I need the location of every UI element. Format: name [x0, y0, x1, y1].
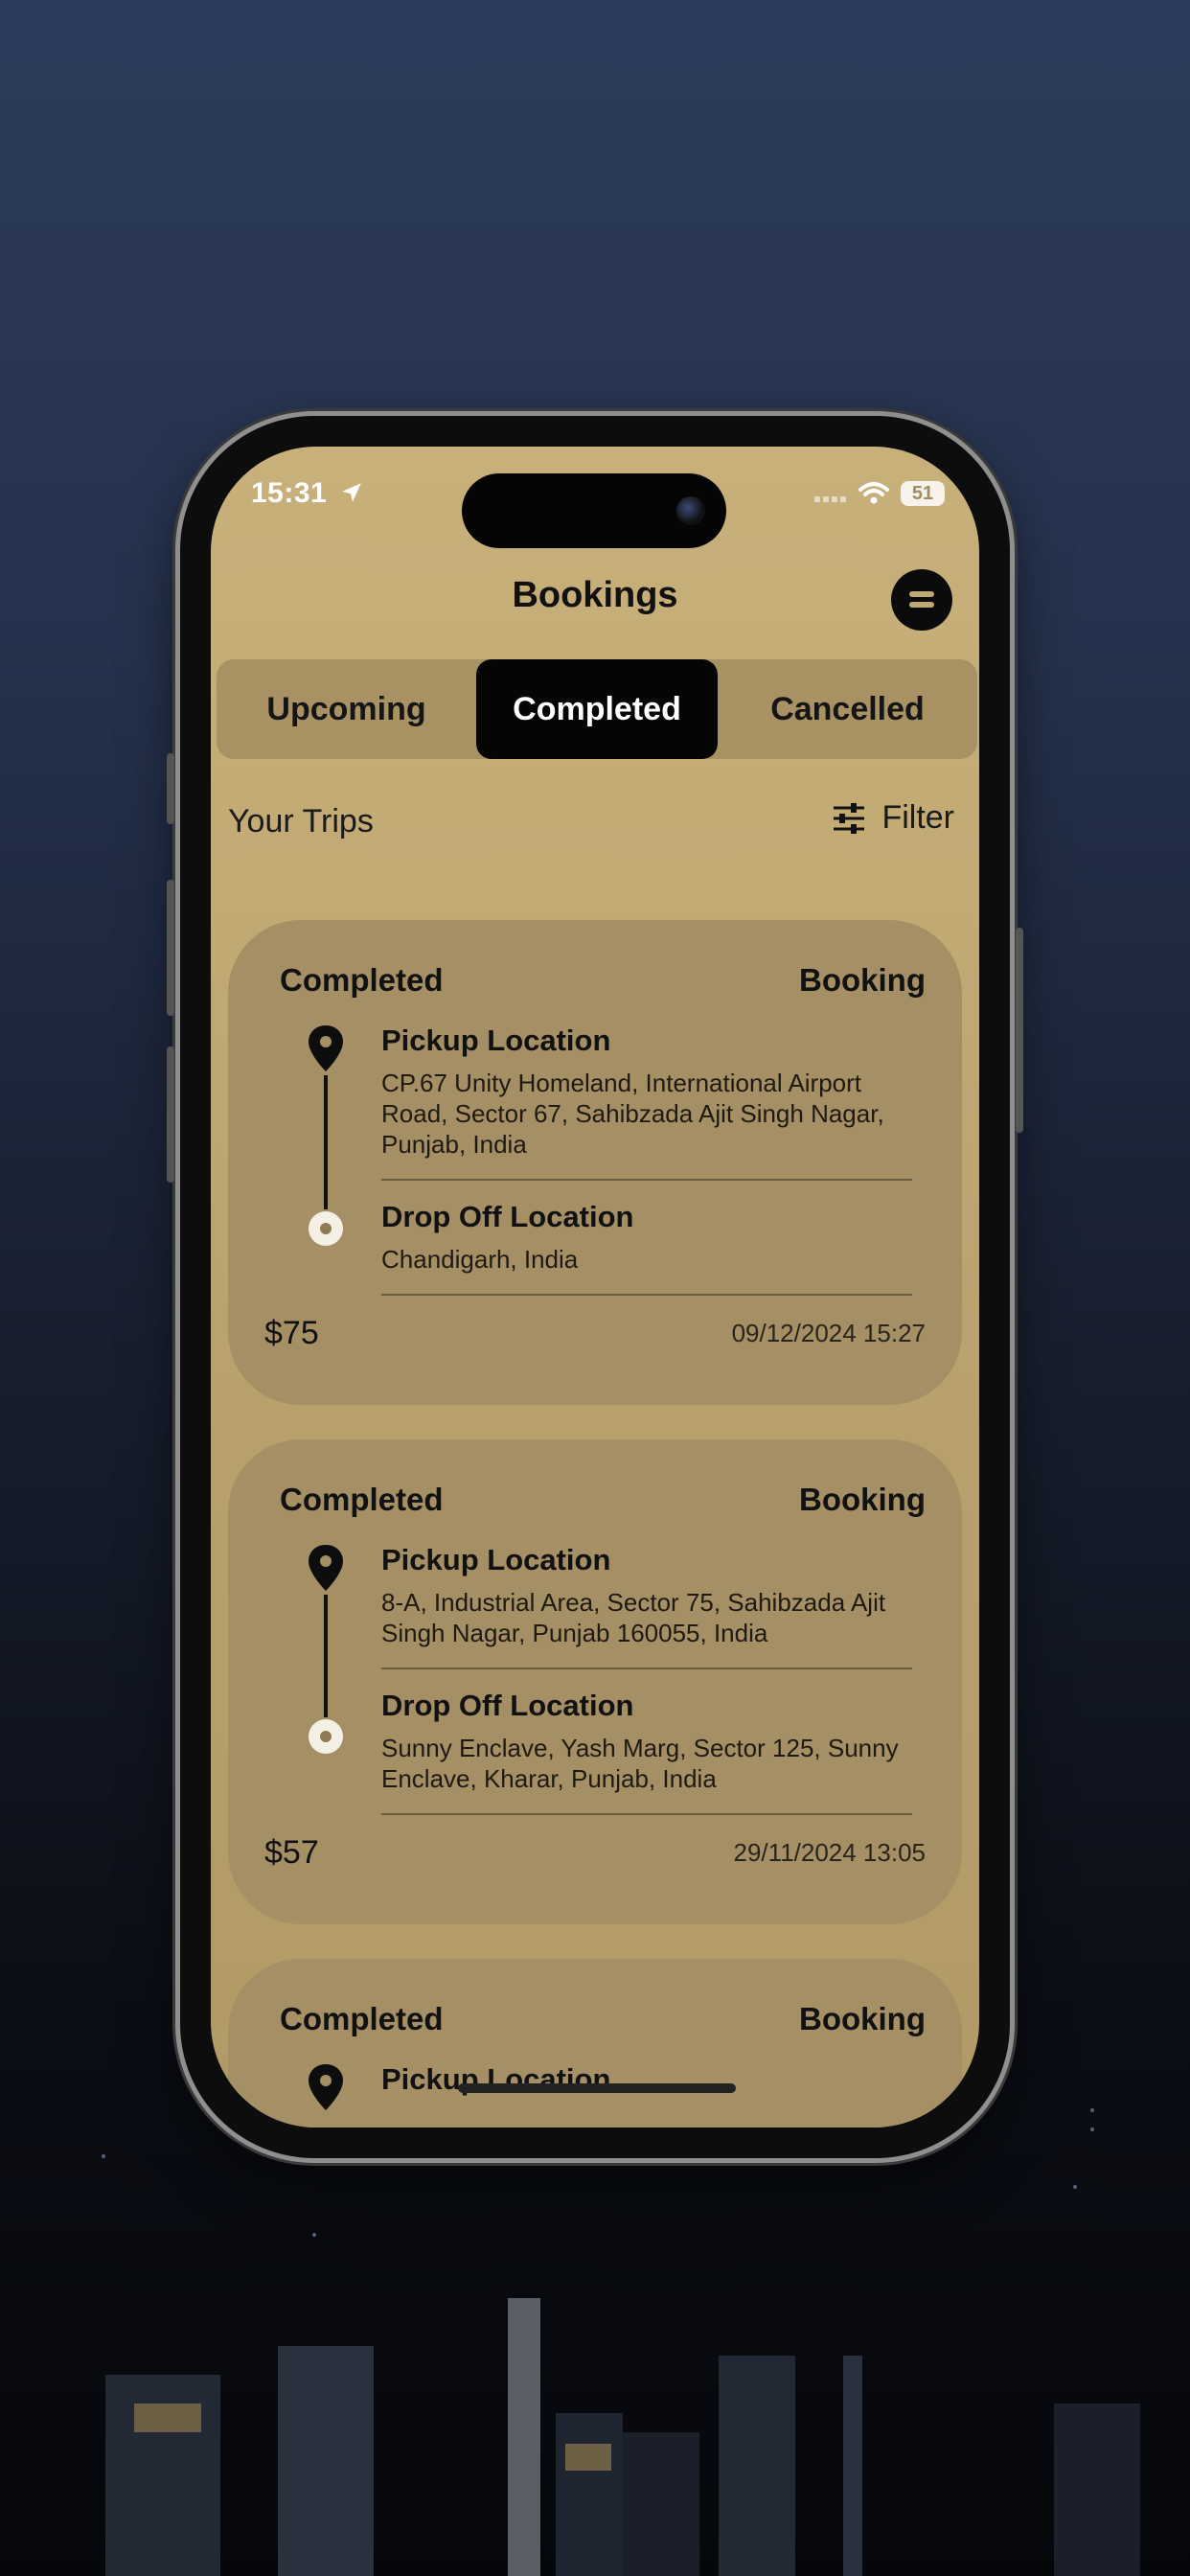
route: Pickup Location CP.67 Unity Homeland, In… — [264, 1024, 926, 1296]
tab-completed[interactable]: Completed — [476, 659, 718, 759]
booking-price: $75 — [264, 1315, 319, 1351]
phone-frame: 15:31 51 Bookings Upcoming Completed Can… — [167, 416, 1023, 2158]
drop-address: Sunny Enclave, Yash Marg, Sector 125, Su… — [381, 1734, 899, 1793]
volume-down-button — [167, 1046, 174, 1183]
booking-tabs: Upcoming Completed Cancelled — [217, 659, 977, 759]
booking-datetime: 09/12/2024 15:27 — [731, 1319, 926, 1347]
pickup-address: 8-A, Industrial Area, Sector 75, Sahibza… — [381, 1588, 886, 1647]
divider — [381, 1294, 912, 1296]
filter-button[interactable]: Filter — [832, 799, 954, 837]
target-dot-icon — [309, 1211, 343, 1246]
filter-label: Filter — [881, 799, 954, 836]
booking-type: Booking — [799, 1482, 926, 1517]
map-pin-icon — [309, 2064, 343, 2110]
star-dot — [102, 2154, 105, 2158]
tab-cancelled[interactable]: Cancelled — [718, 659, 977, 759]
city-skyline — [0, 2250, 1190, 2576]
target-dot-icon — [309, 1719, 343, 1754]
dynamic-island — [462, 473, 726, 548]
action-button — [167, 753, 174, 824]
star-dot — [1090, 2128, 1094, 2131]
star-dot — [312, 2233, 316, 2237]
divider — [381, 1813, 912, 1815]
booking-status: Completed — [280, 962, 444, 998]
booking-card[interactable]: Completed Booking — [228, 1439, 962, 1924]
map-pin-icon — [309, 1545, 343, 1591]
pickup-address: CP.67 Unity Homeland, International Airp… — [381, 1069, 884, 1159]
wifi-icon — [858, 482, 889, 504]
booking-datetime: 29/11/2024 13:05 — [733, 1838, 926, 1867]
cellular-signal-icon — [814, 496, 846, 502]
tab-upcoming[interactable]: Upcoming — [217, 659, 476, 759]
booking-status: Completed — [280, 2001, 444, 2036]
drop-title: Drop Off Location — [381, 1200, 634, 1233]
map-pin-icon — [309, 1025, 343, 1071]
menu-icon — [909, 591, 934, 608]
location-arrow-icon — [342, 483, 361, 502]
route: Pickup Location 8-A, Industrial Area, Se… — [264, 1543, 926, 1815]
power-button — [1016, 928, 1023, 1133]
battery-indicator: 51 — [901, 481, 945, 506]
pickup-title: Pickup Location — [381, 1543, 611, 1576]
status-indicators: 51 — [814, 481, 945, 506]
app-screen: 15:31 51 Bookings Upcoming Completed Can… — [211, 447, 979, 2128]
booking-type: Booking — [799, 2001, 926, 2036]
drop-title: Drop Off Location — [381, 1689, 634, 1722]
volume-up-button — [167, 880, 174, 1016]
sliders-icon — [834, 802, 865, 834]
star-dot — [1073, 2185, 1077, 2189]
pickup-title: Pickup Location — [381, 1024, 611, 1057]
booking-list: Completed Booking Pickup Location CP.67 … — [228, 920, 962, 2128]
booking-status: Completed — [280, 1482, 444, 1517]
booking-card[interactable]: Completed Booking Pickup Location — [228, 1959, 962, 2128]
divider — [381, 1179, 912, 1181]
booking-card[interactable]: Completed Booking — [228, 920, 962, 1405]
star-dot — [1090, 2108, 1094, 2112]
booking-price: $57 — [264, 1834, 319, 1871]
status-time: 15:31 — [251, 477, 364, 510]
drop-address: Chandigarh, India — [381, 1245, 579, 1274]
menu-button[interactable] — [891, 569, 952, 631]
section-title: Your Trips — [228, 803, 374, 840]
divider — [381, 1668, 912, 1669]
page-title: Bookings — [512, 575, 678, 615]
booking-type: Booking — [799, 962, 926, 998]
home-indicator[interactable] — [458, 2083, 736, 2093]
